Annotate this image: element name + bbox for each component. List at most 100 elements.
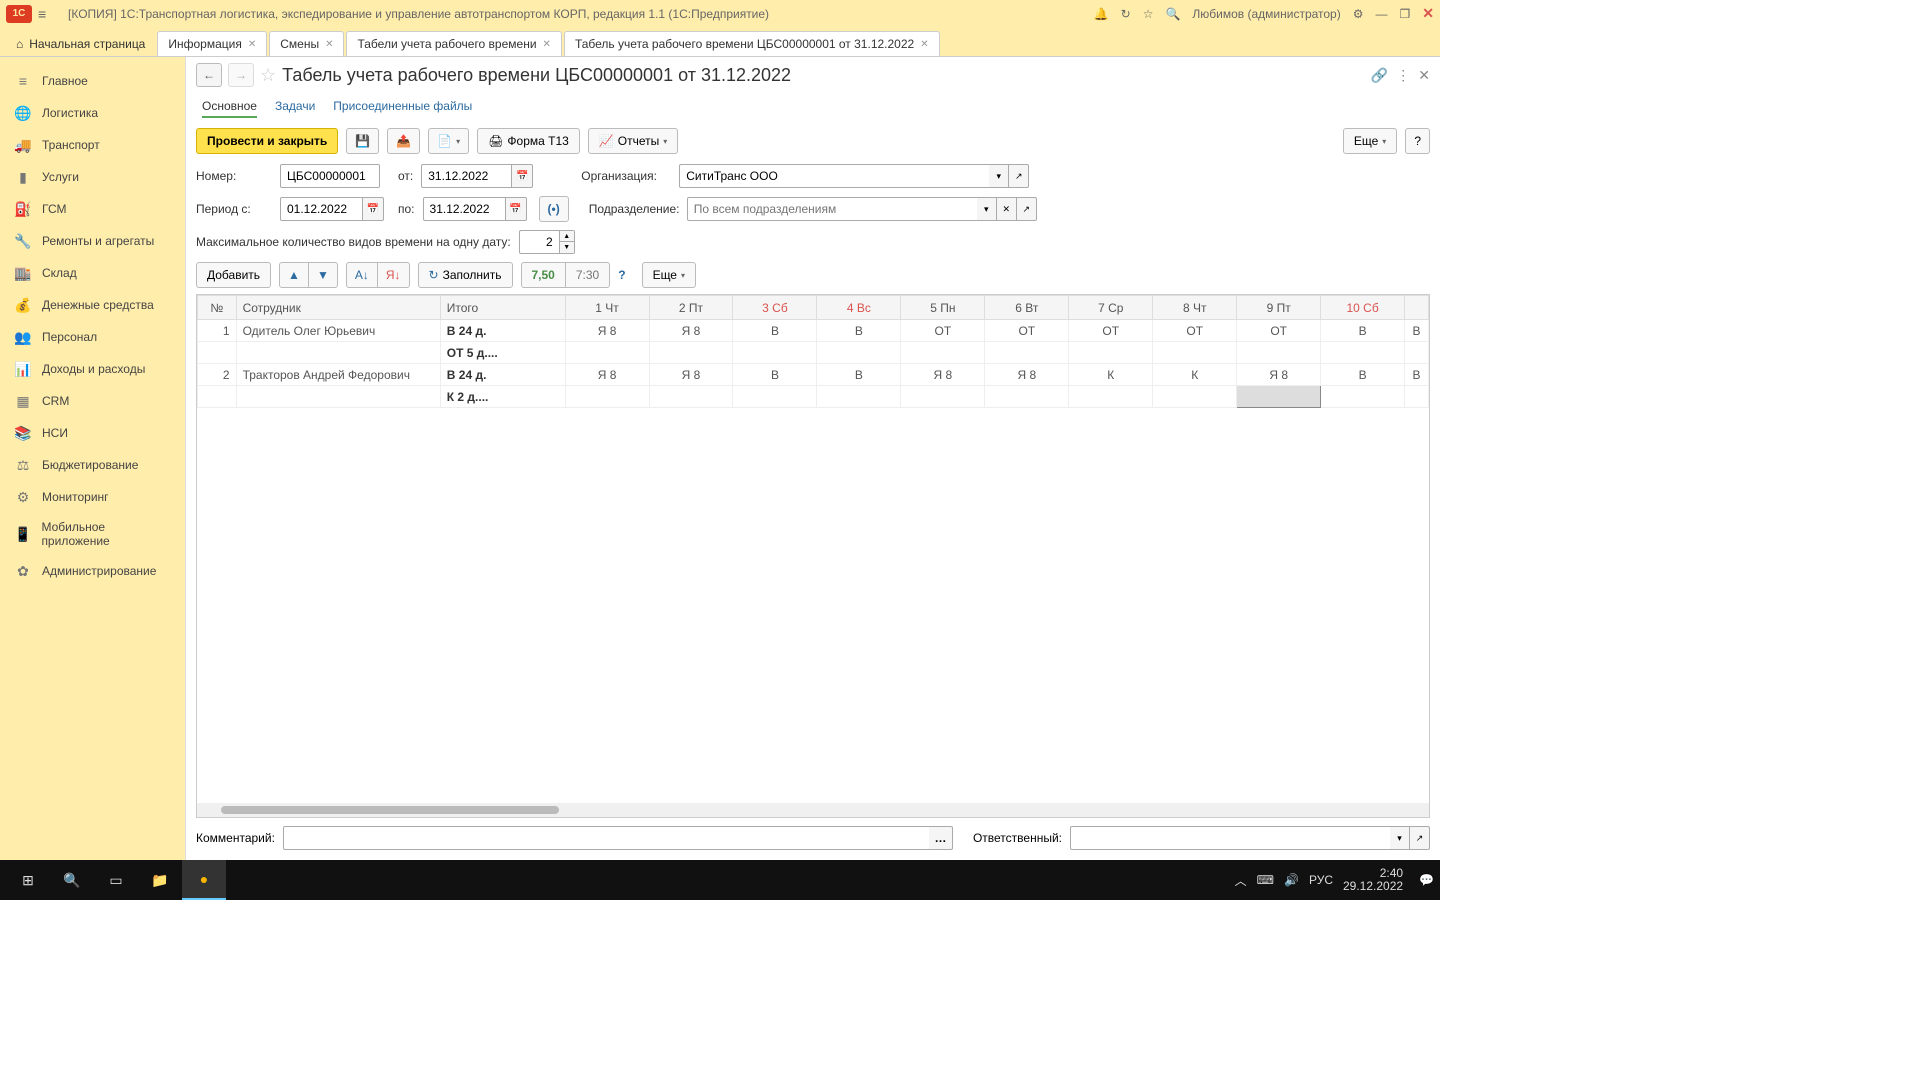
tray-chevron-icon[interactable]: ︿ <box>1235 872 1247 889</box>
org-input[interactable] <box>679 164 989 188</box>
table-row[interactable]: 2Тракторов Андрей ФедоровичВ 24 д.Я 8Я 8… <box>198 364 1429 386</box>
post-close-button[interactable]: Провести и закрыть <box>196 128 338 154</box>
kebab-icon[interactable]: ⋮ <box>1396 67 1410 84</box>
back-button[interactable]: ← <box>196 63 222 87</box>
reports-button[interactable]: 📈Отчеты▾ <box>588 128 678 154</box>
sidebar-item[interactable]: ≡Главное <box>0 65 185 97</box>
number-input[interactable] <box>280 164 380 188</box>
keyboard-icon[interactable]: ⌨ <box>1257 873 1274 887</box>
sidebar-item[interactable]: ⚖Бюджетирование <box>0 449 185 481</box>
star-icon[interactable]: ☆ <box>1143 7 1154 21</box>
sidebar-item[interactable]: 📊Доходы и расходы <box>0 353 185 385</box>
timesheet-grid[interactable]: №СотрудникИтого1 Чт2 Пт3 Сб4 Вс5 Пн6 Вт7… <box>196 294 1430 818</box>
table-row[interactable]: ОТ 5 д.... <box>198 342 1429 364</box>
open-icon[interactable]: ↗ <box>1410 826 1430 850</box>
close-icon[interactable]: ✕ <box>1422 5 1434 22</box>
forward-button[interactable]: → <box>228 63 254 87</box>
more-button[interactable]: Еще▾ <box>1343 128 1397 154</box>
period-to-input[interactable] <box>423 197 505 221</box>
notifications-icon[interactable]: 💬 <box>1419 873 1434 887</box>
sidebar-item[interactable]: 💰Денежные средства <box>0 289 185 321</box>
fill-button[interactable]: ↻Заполнить <box>418 262 513 288</box>
calendar-icon[interactable]: 📅 <box>511 164 533 188</box>
favorite-star-icon[interactable]: ☆ <box>260 65 276 86</box>
link-icon[interactable]: 🔗 <box>1371 67 1388 84</box>
grid-more-button[interactable]: Еще▾ <box>642 262 696 288</box>
spinner-up-icon[interactable]: ▲ <box>560 231 574 242</box>
restore-icon[interactable]: ❐ <box>1400 7 1411 21</box>
period-select-button[interactable]: (•) <box>539 196 569 222</box>
create-based-on-button[interactable]: 📄▾ <box>428 128 469 154</box>
sidebar-item[interactable]: 🏬Склад <box>0 257 185 289</box>
move-down-button[interactable]: ▼ <box>309 262 338 288</box>
open-icon[interactable]: ↗ <box>1009 164 1029 188</box>
menu-icon[interactable]: ≡ <box>38 6 58 22</box>
tab-current-timesheet[interactable]: Табель учета рабочего времени ЦБС0000000… <box>564 31 940 56</box>
help-button[interactable]: ? <box>1405 128 1430 154</box>
responsible-input[interactable] <box>1070 826 1390 850</box>
lang-label[interactable]: РУС <box>1309 873 1333 887</box>
bell-icon[interactable]: 🔔 <box>1094 7 1109 21</box>
sidebar-item[interactable]: 🌐Логистика <box>0 97 185 129</box>
minimize-icon[interactable]: ― <box>1376 7 1388 21</box>
spinner-down-icon[interactable]: ▼ <box>560 242 574 253</box>
explorer-button[interactable]: 📁 <box>138 860 182 900</box>
dropdown-icon[interactable]: ▾ <box>977 197 997 221</box>
volume-icon[interactable]: 🔊 <box>1284 873 1299 887</box>
move-up-button[interactable]: ▲ <box>279 262 309 288</box>
close-icon[interactable]: ✕ <box>543 39 551 50</box>
comment-input[interactable] <box>283 826 929 850</box>
calendar-icon[interactable]: 📅 <box>362 197 384 221</box>
clear-icon[interactable]: ✕ <box>997 197 1017 221</box>
sidebar-item[interactable]: 📱Мобильное приложение <box>0 513 185 555</box>
dropdown-icon[interactable]: ▾ <box>989 164 1009 188</box>
period-from-input[interactable] <box>280 197 362 221</box>
sort-asc-button[interactable]: A↓ <box>346 262 378 288</box>
subtab-main[interactable]: Основное <box>202 99 257 118</box>
tab-shifts[interactable]: Смены✕ <box>269 31 344 56</box>
table-row[interactable]: К 2 д.... <box>198 386 1429 408</box>
save-button[interactable]: 💾 <box>346 128 379 154</box>
sidebar-item[interactable]: ✿Администрирование <box>0 555 185 587</box>
add-row-button[interactable]: Добавить <box>196 262 271 288</box>
user-label[interactable]: Любимов (администратор) <box>1192 7 1340 21</box>
close-icon[interactable]: ✕ <box>920 39 928 50</box>
tab-home[interactable]: ⌂ Начальная страница <box>6 32 155 56</box>
open-icon[interactable]: ↗ <box>1017 197 1037 221</box>
form-t13-button[interactable]: 🖨Форма Т13 <box>477 128 580 154</box>
app-1c-button[interactable]: ● <box>182 860 226 900</box>
help-link[interactable]: ? <box>618 268 625 282</box>
post-button[interactable]: 📤 <box>387 128 420 154</box>
clock[interactable]: 2:40 29.12.2022 <box>1343 867 1409 893</box>
comment-ellipsis-button[interactable]: … <box>929 826 953 850</box>
sidebar-item[interactable]: 👥Персонал <box>0 321 185 353</box>
sidebar-item[interactable]: ⚙Мониторинг <box>0 481 185 513</box>
sidebar-item[interactable]: 🚚Транспорт <box>0 129 185 161</box>
tab-timesheets[interactable]: Табели учета рабочего времени✕ <box>346 31 561 56</box>
subtab-files[interactable]: Присоединенные файлы <box>333 99 472 118</box>
close-icon[interactable]: ✕ <box>248 39 256 50</box>
sidebar-item[interactable]: 🔧Ремонты и агрегаты <box>0 225 185 257</box>
settings-icon[interactable]: ⚙ <box>1353 7 1364 21</box>
calendar-icon[interactable]: 📅 <box>505 197 527 221</box>
search-button[interactable]: 🔍 <box>50 860 94 900</box>
sidebar-item[interactable]: ▮Услуги <box>0 161 185 193</box>
hours-decimal-button[interactable]: 7,50 <box>521 262 566 288</box>
max-types-input[interactable] <box>519 230 559 254</box>
hours-hm-button[interactable]: 7:30 <box>566 262 610 288</box>
start-button[interactable]: ⊞ <box>6 860 50 900</box>
table-row[interactable]: 1Одитель Олег ЮрьевичВ 24 д.Я 8Я 8ВВОТОТ… <box>198 320 1429 342</box>
subtab-tasks[interactable]: Задачи <box>275 99 315 118</box>
from-date-input[interactable] <box>421 164 511 188</box>
dept-input[interactable] <box>687 197 977 221</box>
sidebar-item[interactable]: ⛽ГСМ <box>0 193 185 225</box>
search-icon[interactable]: 🔍 <box>1165 7 1180 21</box>
tab-info[interactable]: Информация✕ <box>157 31 267 56</box>
dropdown-icon[interactable]: ▾ <box>1390 826 1410 850</box>
task-view-button[interactable]: ▭ <box>94 860 138 900</box>
close-icon[interactable]: ✕ <box>325 39 333 50</box>
history-icon[interactable]: ↻ <box>1121 7 1131 21</box>
horizontal-scrollbar[interactable] <box>197 803 1429 817</box>
sidebar-item[interactable]: 📚НСИ <box>0 417 185 449</box>
close-page-icon[interactable]: ✕ <box>1418 67 1430 84</box>
